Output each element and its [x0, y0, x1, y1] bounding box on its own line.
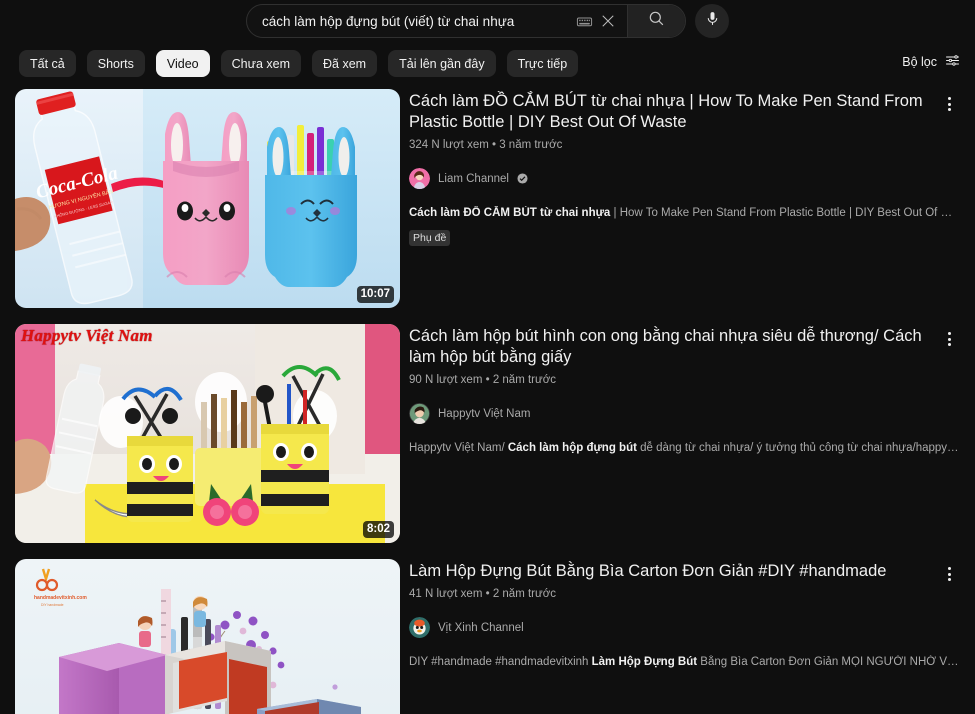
channel-link[interactable]: Liam Channel: [409, 168, 975, 189]
close-icon[interactable]: [599, 12, 617, 30]
video-result-row[interactable]: handmadevitxinh.com DIY handmade Làm Hộp…: [15, 559, 975, 714]
video-description: Happytv Việt Nam/ Cách làm hộp đựng bút …: [409, 441, 975, 456]
filter-button[interactable]: Bộ lọc: [902, 52, 961, 72]
search-icon: [647, 9, 666, 33]
search-box[interactable]: cách làm hộp đựng bút (viết) từ chai nhự…: [246, 4, 686, 38]
thumbnail-watermark: Happytv Việt Nam: [21, 326, 153, 345]
video-title[interactable]: Cách làm ĐỒ CẮM BÚT từ chai nhựa | How T…: [409, 91, 975, 133]
search-results-list: Coca-Cola HƯƠNG VỊ NGUYÊN BẢN KHÔNG ĐƯỜN…: [0, 89, 975, 714]
channel-name: Liam Channel: [438, 172, 509, 185]
search-query-text: cách làm hộp đựng bút (viết) từ chai nhự…: [262, 13, 515, 29]
video-description-prefix: DIY #handmade #handmadevitxinh: [409, 656, 592, 668]
video-meta: 90 N lượt xem • 2 năm trước: [409, 374, 556, 386]
chip-tat-ca[interactable]: Tất cả: [19, 50, 76, 77]
top-search-bar: cách làm hộp đựng bút (viết) từ chai nhự…: [0, 0, 975, 40]
video-thumbnail[interactable]: Happytv Việt Nam 8:02: [15, 324, 400, 543]
chip-da-xem[interactable]: Đã xem: [312, 50, 378, 77]
chip-tai-len-gan-day[interactable]: Tải lên gần đây: [388, 50, 496, 77]
filter-label: Bộ lọc: [902, 55, 937, 69]
verified-badge-icon: [517, 173, 528, 184]
channel-name: Happytv Việt Nam: [438, 407, 531, 420]
video-description-prefix: Happytv Việt Nam/: [409, 442, 508, 454]
svg-text:DIY handmade: DIY handmade: [41, 603, 64, 607]
video-description: Cách làm ĐỒ CẮM BÚT từ chai nhựa | How T…: [409, 206, 975, 221]
video-result-row[interactable]: Coca-Cola HƯƠNG VỊ NGUYÊN BẢN KHÔNG ĐƯỜN…: [15, 89, 975, 308]
more-options-icon[interactable]: [937, 327, 961, 351]
search-submit-button[interactable]: [627, 5, 685, 37]
avatar: [409, 168, 430, 189]
thumbnail-art-cardboard-pen-boxes: handmadevitxinh.com DIY handmade: [15, 559, 400, 714]
video-thumbnail[interactable]: handmadevitxinh.com DIY handmade: [15, 559, 400, 714]
video-result-row[interactable]: Happytv Việt Nam 8:02 Cách làm hộp bút h…: [15, 324, 975, 543]
video-thumbnail[interactable]: Coca-Cola HƯƠNG VỊ NGUYÊN BẢN KHÔNG ĐƯỜN…: [15, 89, 400, 308]
avatar: [409, 403, 430, 424]
more-options-icon[interactable]: [937, 562, 961, 586]
chip-chua-xem[interactable]: Chưa xem: [220, 50, 302, 77]
filter-sliders-icon: [944, 52, 961, 72]
video-description-highlight: Làm Hộp Đựng Bút: [591, 656, 698, 668]
status-badge-subtitles: Phụ đề: [409, 230, 451, 246]
video-description-highlight: Cách làm ĐỒ CẮM BÚT từ chai nhựa: [409, 207, 611, 219]
svg-text:handmadevitxinh.com: handmadevitxinh.com: [34, 595, 87, 601]
video-description-rest: Bằng Bìa Carton Đơn Giản MỌI NGƯỜI NHỚ V…: [700, 656, 975, 668]
filter-chips-bar: Tất cả Shorts Video Chưa xem Đã xem Tải …: [0, 40, 975, 89]
thumbnail-art-bee-pen-holders: [15, 324, 400, 543]
keyboard-icon[interactable]: [576, 13, 593, 30]
chip-shorts[interactable]: Shorts: [86, 50, 145, 77]
video-title[interactable]: Làm Hộp Đựng Bút Bằng Bìa Carton Đơn Giả…: [409, 561, 975, 582]
video-meta: 41 N lượt xem • 2 năm trước: [409, 588, 556, 600]
chip-truc-tiep[interactable]: Trực tiếp: [506, 50, 579, 77]
chip-video[interactable]: Video: [155, 50, 210, 77]
search-input[interactable]: cách làm hộp đựng bút (viết) từ chai nhự…: [247, 5, 576, 37]
channel-link[interactable]: Happytv Việt Nam: [409, 403, 975, 424]
video-meta: 324 N lượt xem • 3 năm trước: [409, 139, 563, 151]
video-duration: 8:02: [362, 521, 394, 538]
channel-link[interactable]: Vịt Xinh Channel: [409, 617, 975, 638]
more-options-icon[interactable]: [937, 92, 961, 116]
avatar: [409, 617, 430, 638]
video-title[interactable]: Cách làm hộp bút hình con ong bằng chai …: [409, 326, 975, 368]
video-duration: 10:07: [356, 286, 394, 303]
thumbnail-art-bottle-to-bunny-pen-holders: Coca-Cola HƯƠNG VỊ NGUYÊN BẢN KHÔNG ĐƯỜN…: [15, 89, 400, 308]
channel-name: Vịt Xinh Channel: [438, 621, 524, 634]
video-description-rest: dễ dàng từ chai nhựa/ ý tưởng thủ công t…: [640, 442, 975, 454]
video-description-highlight: Cách làm hộp đựng bút: [507, 442, 637, 454]
video-description: DIY #handmade #handmadevitxinh Làm Hộp Đ…: [409, 655, 975, 670]
microphone-icon: [704, 10, 721, 32]
voice-search-button[interactable]: [695, 4, 729, 38]
video-description-rest: | How To Make Pen Stand From Plastic Bot…: [613, 207, 975, 219]
